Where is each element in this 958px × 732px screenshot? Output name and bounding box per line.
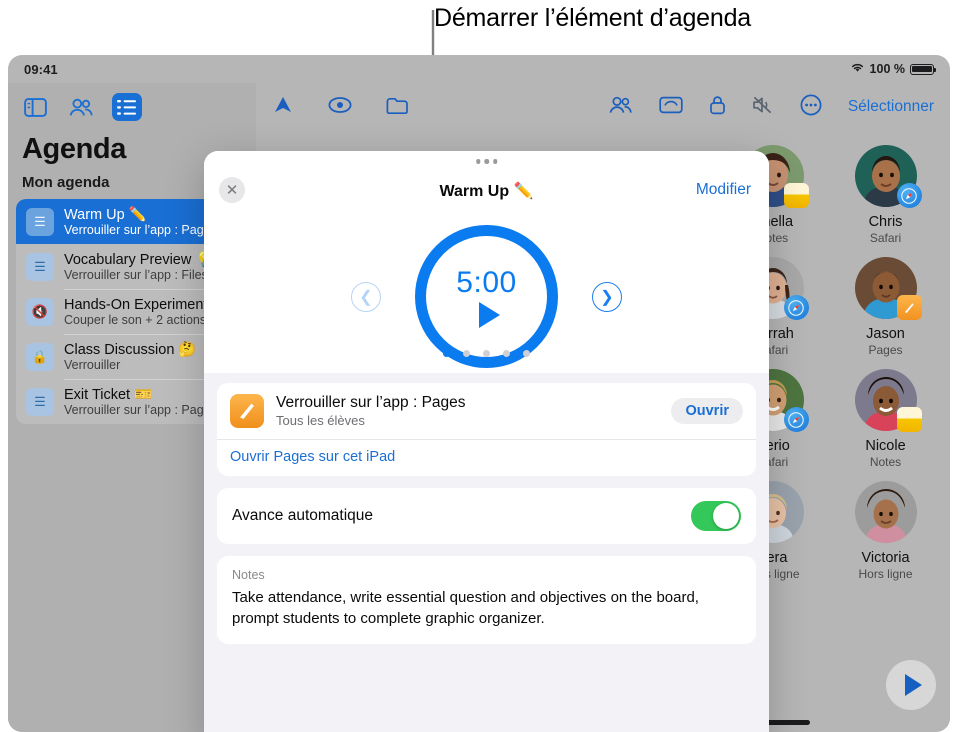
list-item-desc: Verrouiller	[64, 358, 121, 372]
ipad-device-frame: 09:41 100 % Agenda Mon agenda ☰ Warm Up …	[8, 55, 950, 732]
open-pages-link[interactable]: Ouvrir Pages sur cet iPad	[217, 439, 756, 476]
auto-advance-toggle[interactable]	[691, 501, 741, 531]
timer-value: 5:00	[456, 265, 517, 299]
people-icon[interactable]	[66, 93, 96, 121]
student-name: Nicole	[865, 438, 906, 454]
student-status: Hors ligne	[858, 567, 913, 581]
app-lock-card: Verrouiller sur l’app : Pages Tous les é…	[217, 383, 756, 476]
battery-label: 100 %	[869, 62, 905, 76]
lock-icon: 🔒	[26, 342, 54, 371]
play-icon	[905, 674, 922, 696]
list-item-desc: Verrouiller sur l’app : Files +	[64, 268, 219, 282]
status-time: 09:41	[24, 61, 58, 77]
pages-icon	[896, 295, 922, 320]
sidebar-toolbar	[8, 83, 256, 125]
screen-icon[interactable]	[659, 96, 683, 119]
open-button[interactable]: Ouvrir	[671, 398, 743, 424]
student-status: Safari	[869, 231, 902, 245]
app-title: Verrouiller sur l’app : Pages	[276, 394, 466, 411]
auto-advance-row: Avance automatique	[217, 488, 756, 544]
list-item-title: Warm Up ✏️	[64, 207, 147, 223]
student-status: Pages	[868, 343, 903, 357]
edit-button[interactable]: Modifier	[696, 181, 751, 199]
chevron-left-icon[interactable]: ❮	[351, 281, 381, 312]
play-icon[interactable]	[479, 301, 500, 328]
avatar	[854, 481, 917, 543]
student-name: Jason	[866, 326, 905, 342]
callout-label: Démarrer l’élément d’agenda	[434, 4, 751, 32]
navigate-icon[interactable]	[272, 95, 294, 120]
pages-icon	[230, 394, 264, 428]
start-agenda-play-button[interactable]	[886, 660, 936, 710]
lock-icon[interactable]	[709, 95, 726, 120]
mute-icon: 🔇	[26, 297, 54, 326]
layers-icon: ☰	[26, 207, 54, 236]
eye-icon[interactable]	[328, 96, 352, 119]
list-icon[interactable]	[112, 93, 142, 121]
auto-advance-label: Avance automatique	[232, 507, 374, 524]
timer-section: ❮ 5:00 ❯	[204, 225, 769, 368]
notes-label: Notes	[232, 568, 265, 582]
more-icon[interactable]	[800, 94, 822, 121]
app-subtitle: Tous les élèves	[276, 413, 365, 428]
layers-icon: ☰	[26, 252, 54, 281]
notes-icon	[896, 407, 922, 432]
page-dot[interactable]	[503, 350, 510, 357]
main-toolbar: Sélectionner	[256, 83, 950, 123]
wifi-icon	[850, 62, 865, 76]
app-row: Verrouiller sur l’app : Pages Tous les é…	[217, 383, 756, 439]
student-card-jason[interactable]: Jason Pages	[829, 247, 942, 357]
mute-icon[interactable]	[752, 95, 774, 120]
notes-text: Take attendance, write essential questio…	[232, 589, 699, 627]
modal-title: Warm Up ✏️	[439, 183, 534, 200]
drag-handle[interactable]	[475, 159, 498, 164]
battery-icon	[910, 63, 937, 75]
page-dot[interactable]	[463, 350, 470, 357]
list-item-title: Vocabulary Preview 💡	[64, 252, 214, 268]
page-dot[interactable]	[483, 350, 490, 357]
list-item-desc: Verrouiller sur l’app : Pages	[64, 223, 217, 237]
student-name: Victoria	[861, 550, 910, 566]
folder-icon[interactable]	[386, 96, 410, 119]
student-card-victoria[interactable]: Victoria Hors ligne	[829, 471, 942, 581]
list-item-title: Class Discussion 🤔	[64, 342, 197, 358]
page-indicator	[204, 350, 769, 357]
auto-advance-card: Avance automatique	[217, 488, 756, 544]
safari-icon	[896, 183, 922, 208]
student-status: Notes	[869, 455, 902, 469]
agenda-item-detail-modal: ✕ Warm Up ✏️ Modifier ❮ 5:00 ❯ Verrouill…	[204, 151, 769, 732]
student-name: Chris	[868, 214, 903, 230]
notes-card[interactable]: Notes Take attendance, write essential q…	[217, 556, 756, 645]
list-item-desc: Verrouiller sur l’app : Pages	[64, 403, 217, 417]
list-item-title: Exit Ticket 🎫	[64, 387, 153, 403]
chevron-right-icon[interactable]: ❯	[592, 281, 622, 312]
modal-body: Verrouiller sur l’app : Pages Tous les é…	[204, 373, 769, 645]
sidebar-toggle-icon[interactable]	[20, 93, 50, 121]
page-dot[interactable]	[443, 350, 450, 357]
student-card-nicole[interactable]: Nicole Notes	[829, 359, 942, 469]
layers-icon: ☰	[26, 387, 54, 416]
safari-icon	[783, 407, 809, 432]
timer-circle[interactable]: 5:00	[415, 225, 558, 368]
people-icon[interactable]	[608, 96, 633, 119]
student-card-chris[interactable]: Chris Safari	[829, 135, 942, 245]
modal-header: ✕ Warm Up ✏️ Modifier ❮ 5:00 ❯	[204, 151, 769, 373]
status-bar: 09:41 100 %	[8, 55, 950, 83]
safari-icon	[783, 295, 809, 320]
page-dot[interactable]	[523, 350, 530, 357]
select-button[interactable]: Sélectionner	[848, 98, 934, 116]
notes-icon	[783, 183, 809, 208]
